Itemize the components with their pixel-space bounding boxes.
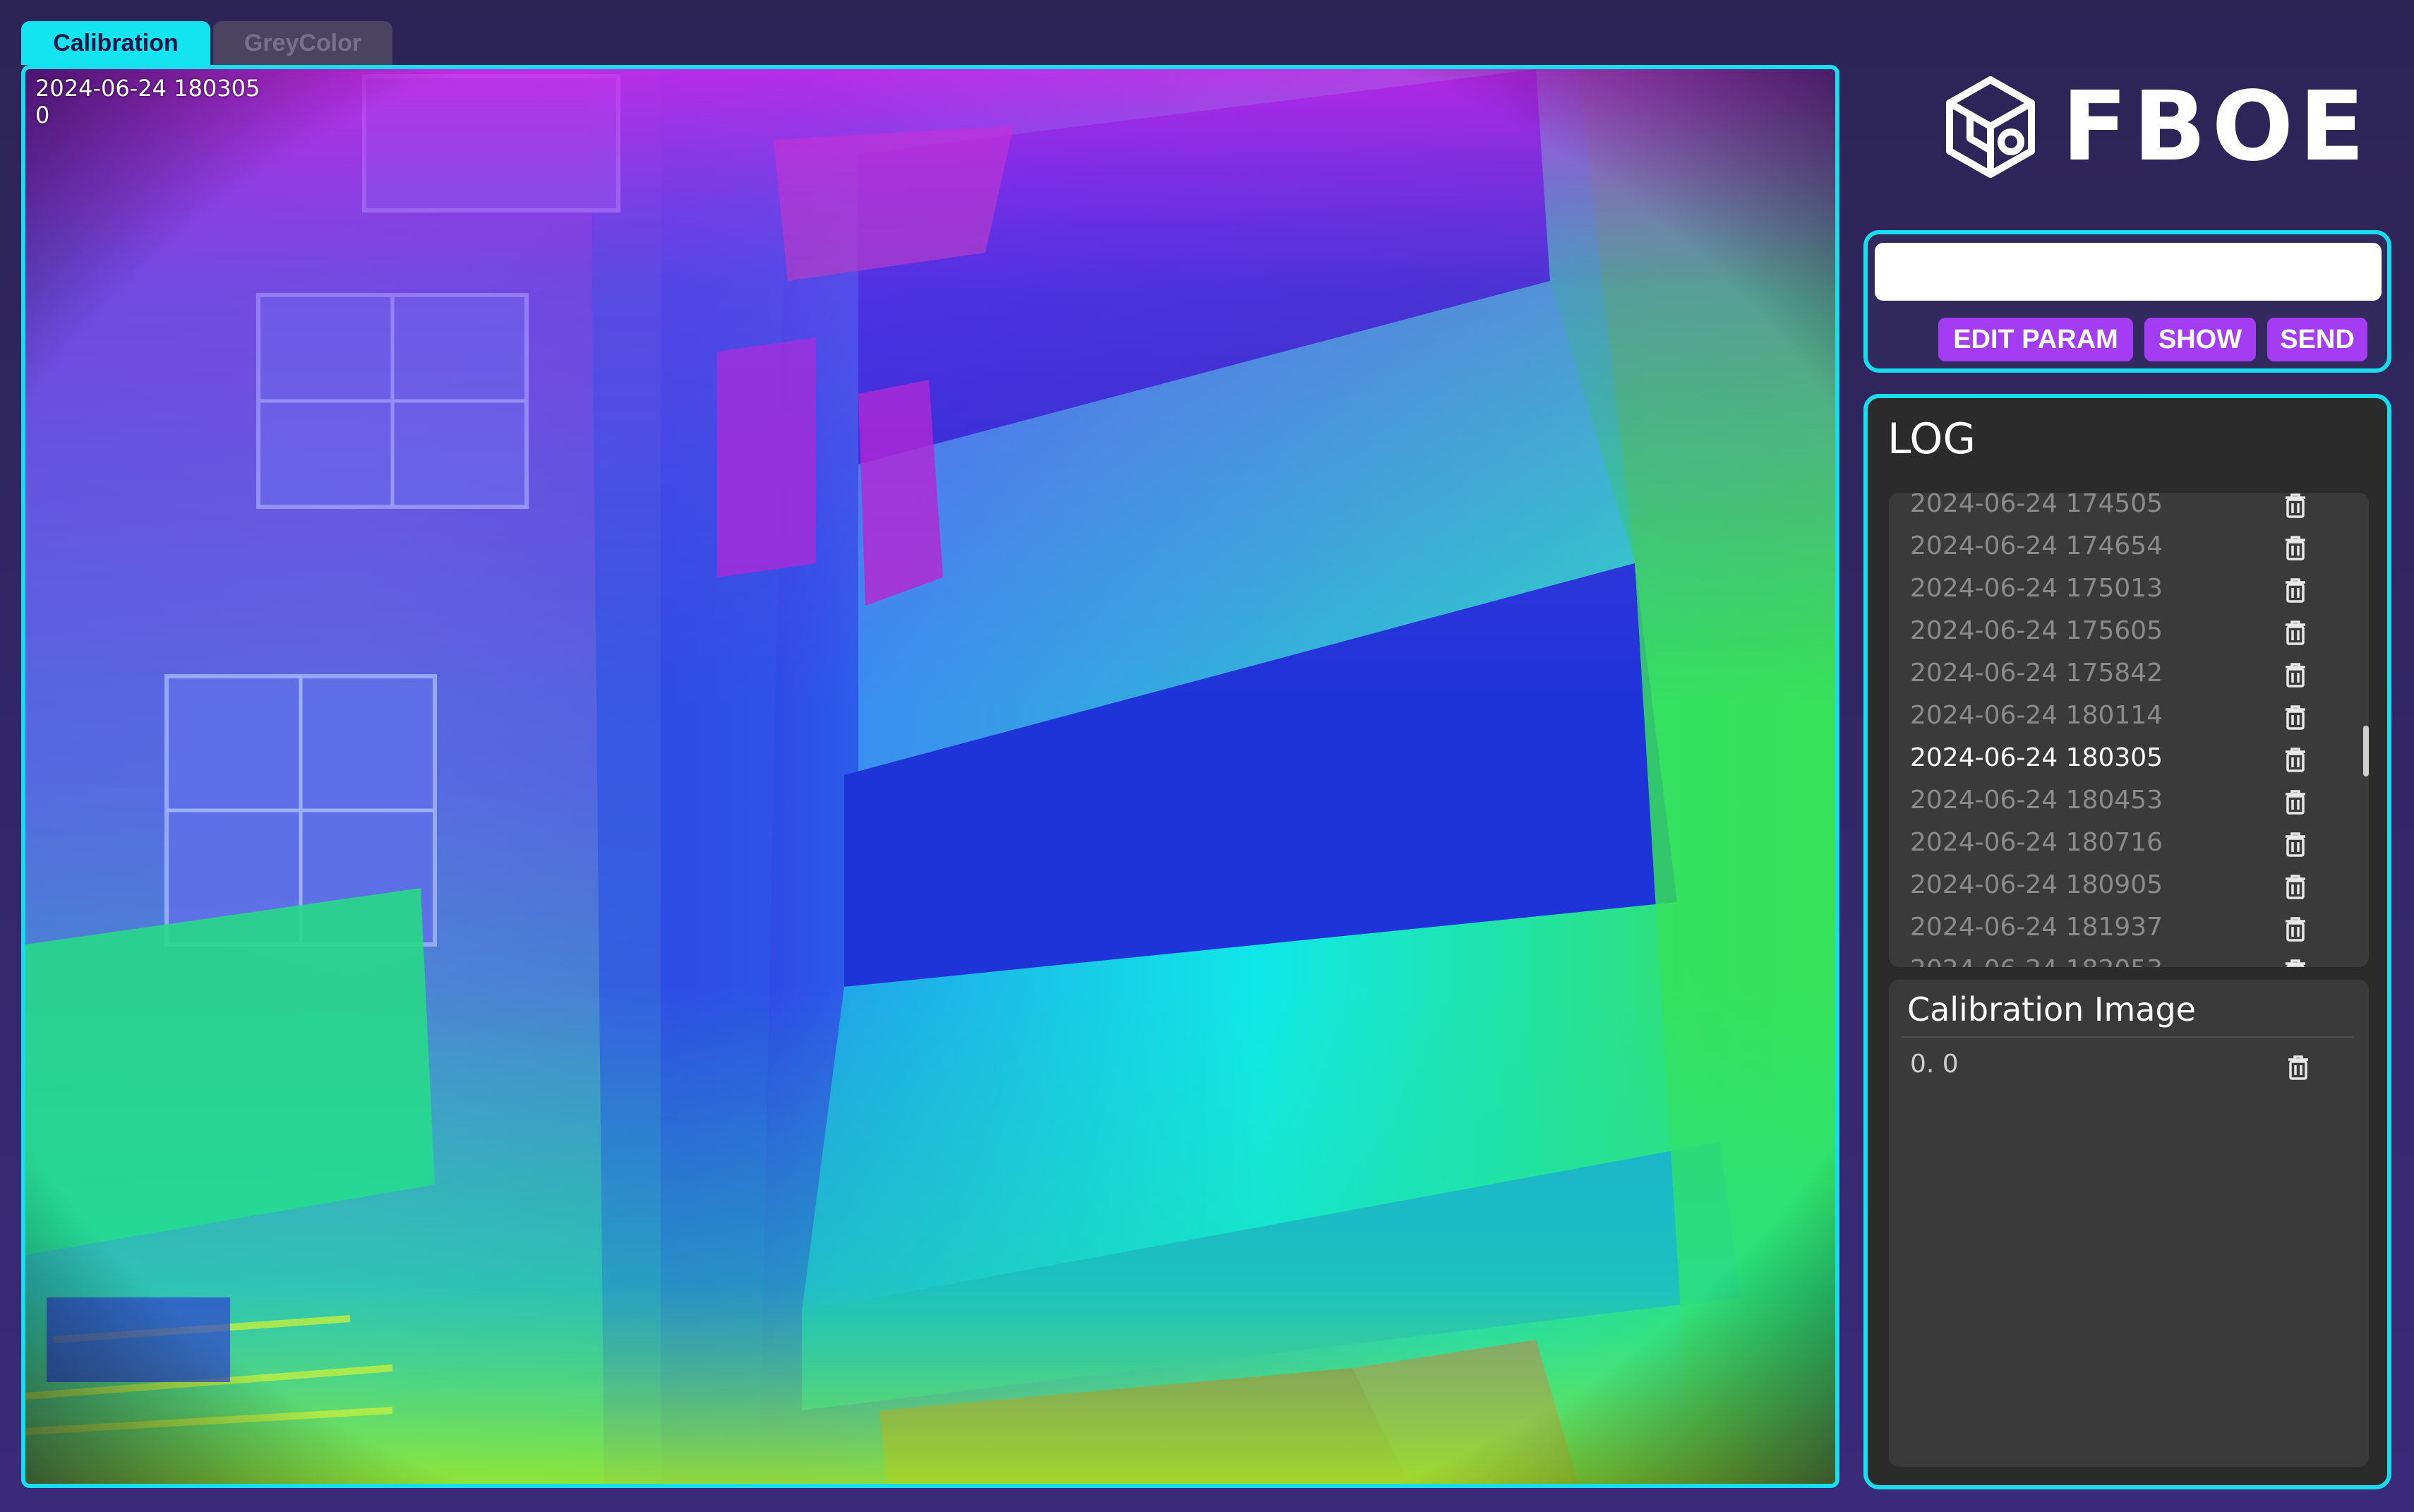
trash-icon[interactable] bbox=[2281, 788, 2310, 816]
edit-param-button[interactable]: EDIT PARAM bbox=[1938, 318, 2133, 361]
command-panel: EDIT PARAM SHOW SEND bbox=[1863, 230, 2391, 373]
log-item[interactable]: 2024-06-24 180716 bbox=[1889, 822, 2369, 864]
log-item-label: 2024-06-24 182053 bbox=[1910, 954, 2163, 967]
send-button[interactable]: SEND bbox=[2267, 318, 2367, 361]
brand-logo: FBOE bbox=[1938, 71, 2370, 184]
calibration-image-title: Calibration Image bbox=[1907, 990, 2196, 1028]
trash-icon[interactable] bbox=[2281, 576, 2310, 604]
log-item[interactable]: 2024-06-24 180453 bbox=[1889, 779, 2369, 822]
trash-icon[interactable] bbox=[2281, 661, 2310, 689]
log-title: LOG bbox=[1887, 414, 1976, 464]
log-item-label: 2024-06-24 175842 bbox=[1910, 659, 2163, 688]
trash-icon[interactable] bbox=[2284, 1053, 2312, 1081]
calibration-image-item[interactable]: 0. 0 bbox=[1910, 1049, 1959, 1080]
trash-icon[interactable] bbox=[2281, 745, 2310, 774]
divider bbox=[1902, 1036, 2353, 1038]
trash-icon[interactable] bbox=[2281, 915, 2310, 943]
log-item-label: 2024-06-24 180716 bbox=[1910, 828, 2163, 857]
calibration-image-panel: Calibration Image 0. 0 bbox=[1889, 980, 2369, 1467]
log-item-label: 2024-06-24 180114 bbox=[1910, 701, 2163, 730]
trash-icon[interactable] bbox=[2281, 830, 2310, 858]
trash-icon[interactable] bbox=[2281, 534, 2310, 562]
trash-icon[interactable] bbox=[2281, 703, 2310, 731]
brand-name: FBOE bbox=[2062, 71, 2371, 183]
view-tabs: Calibration GreyColor bbox=[21, 21, 392, 65]
log-panel: LOG 2024-06-24 174505 2024-06-24 174654 20… bbox=[1863, 394, 2391, 1489]
log-item[interactable]: 2024-06-24 175013 bbox=[1889, 568, 2369, 610]
command-input[interactable] bbox=[1875, 243, 2382, 301]
tab-greycolor[interactable]: GreyColor bbox=[213, 21, 392, 65]
log-item[interactable]: 2024-06-24 181937 bbox=[1889, 906, 2369, 949]
log-item-label: 2024-06-24 180305 bbox=[1910, 743, 2163, 772]
log-item[interactable]: 2024-06-24 180305 bbox=[1889, 737, 2369, 779]
cube-hex-logo-icon bbox=[1946, 76, 2035, 178]
log-list[interactable]: 2024-06-24 174505 2024-06-24 174654 2024-0… bbox=[1889, 493, 2369, 967]
log-scrollbar[interactable] bbox=[2363, 726, 2369, 776]
log-item-label: 2024-06-24 175013 bbox=[1910, 574, 2163, 603]
log-item[interactable]: 2024-06-24 182053 bbox=[1889, 949, 2369, 967]
tab-calibration[interactable]: Calibration bbox=[21, 21, 210, 65]
point-cloud-image bbox=[25, 69, 1835, 1484]
log-item-label: 2024-06-24 174654 bbox=[1910, 532, 2163, 560]
viewer-timestamp: 2024-06-24 180305 bbox=[35, 75, 260, 102]
trash-icon[interactable] bbox=[2281, 872, 2310, 901]
show-button[interactable]: SHOW bbox=[2144, 318, 2256, 361]
log-item-label: 2024-06-24 180905 bbox=[1910, 870, 2163, 899]
viewer-frame-index: 0 bbox=[35, 102, 50, 128]
log-item[interactable]: 2024-06-24 180114 bbox=[1889, 695, 2369, 737]
log-item-label: 2024-06-24 181937 bbox=[1910, 913, 2163, 942]
trash-icon[interactable] bbox=[2281, 957, 2310, 967]
log-item[interactable]: 2024-06-24 180905 bbox=[1889, 864, 2369, 906]
log-item[interactable]: 2024-06-24 175605 bbox=[1889, 610, 2369, 652]
log-item[interactable]: 2024-06-24 175842 bbox=[1889, 652, 2369, 695]
log-item[interactable]: 2024-06-24 174654 bbox=[1889, 525, 2369, 568]
log-item[interactable]: 2024-06-24 174505 bbox=[1889, 493, 2369, 525]
trash-icon[interactable] bbox=[2281, 618, 2310, 647]
log-item-label: 2024-06-24 174505 bbox=[1910, 493, 2163, 518]
viewer-overlay: 2024-06-24 180305 0 bbox=[35, 75, 260, 128]
trash-icon[interactable] bbox=[2281, 493, 2310, 520]
log-item-label: 2024-06-24 180453 bbox=[1910, 786, 2163, 815]
log-item-label: 2024-06-24 175605 bbox=[1910, 616, 2163, 645]
point-cloud-viewer[interactable]: 2024-06-24 180305 0 bbox=[21, 65, 1839, 1488]
